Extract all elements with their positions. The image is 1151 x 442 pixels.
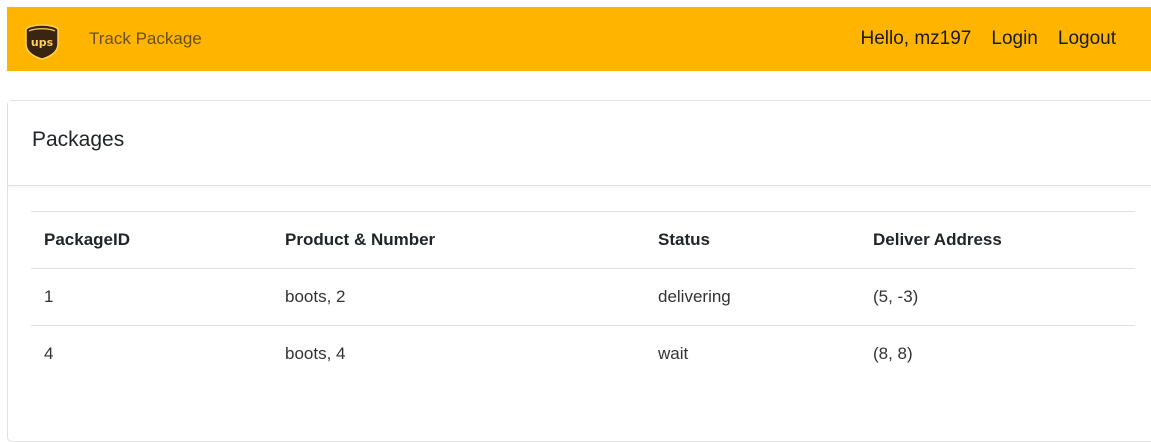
page-title: Packages bbox=[32, 128, 125, 151]
column-header-deliver-address: Deliver Address bbox=[860, 211, 1135, 269]
cell-package-id: 1 bbox=[31, 268, 272, 326]
card-header: Packages bbox=[8, 101, 1151, 186]
cell-package-id: 4 bbox=[31, 325, 272, 382]
svg-text:ups: ups bbox=[31, 36, 54, 49]
cell-deliver-address: (5, -3) bbox=[860, 268, 1135, 326]
cell-product-number: boots, 2 bbox=[272, 268, 645, 326]
login-link[interactable]: Login bbox=[991, 28, 1038, 50]
cell-deliver-address: (8, 8) bbox=[860, 325, 1135, 382]
top-navbar: ups Track Package Hello, mz197 Login Log… bbox=[7, 7, 1151, 71]
cell-product-number: boots, 4 bbox=[272, 325, 645, 382]
packages-card: Packages PackageID Product & Number Stat… bbox=[7, 100, 1151, 442]
column-header-status: Status bbox=[645, 211, 860, 269]
nav-user-menu: Hello, mz197 Login Logout bbox=[860, 28, 1116, 50]
column-header-package-id: PackageID bbox=[31, 211, 272, 269]
ups-logo-icon[interactable]: ups bbox=[25, 24, 59, 60]
cell-status: delivering bbox=[645, 268, 860, 326]
table-header-row: PackageID Product & Number Status Delive… bbox=[31, 211, 1135, 269]
packages-table: PackageID Product & Number Status Delive… bbox=[31, 211, 1135, 382]
table-row: 1 boots, 2 delivering (5, -3) bbox=[31, 268, 1135, 326]
logout-link[interactable]: Logout bbox=[1058, 28, 1116, 50]
column-header-product-number: Product & Number bbox=[272, 211, 645, 269]
track-package-link[interactable]: Track Package bbox=[89, 29, 202, 49]
cell-status: wait bbox=[645, 325, 860, 382]
user-greeting: Hello, mz197 bbox=[860, 28, 972, 49]
table-row: 4 boots, 4 wait (8, 8) bbox=[31, 325, 1135, 382]
